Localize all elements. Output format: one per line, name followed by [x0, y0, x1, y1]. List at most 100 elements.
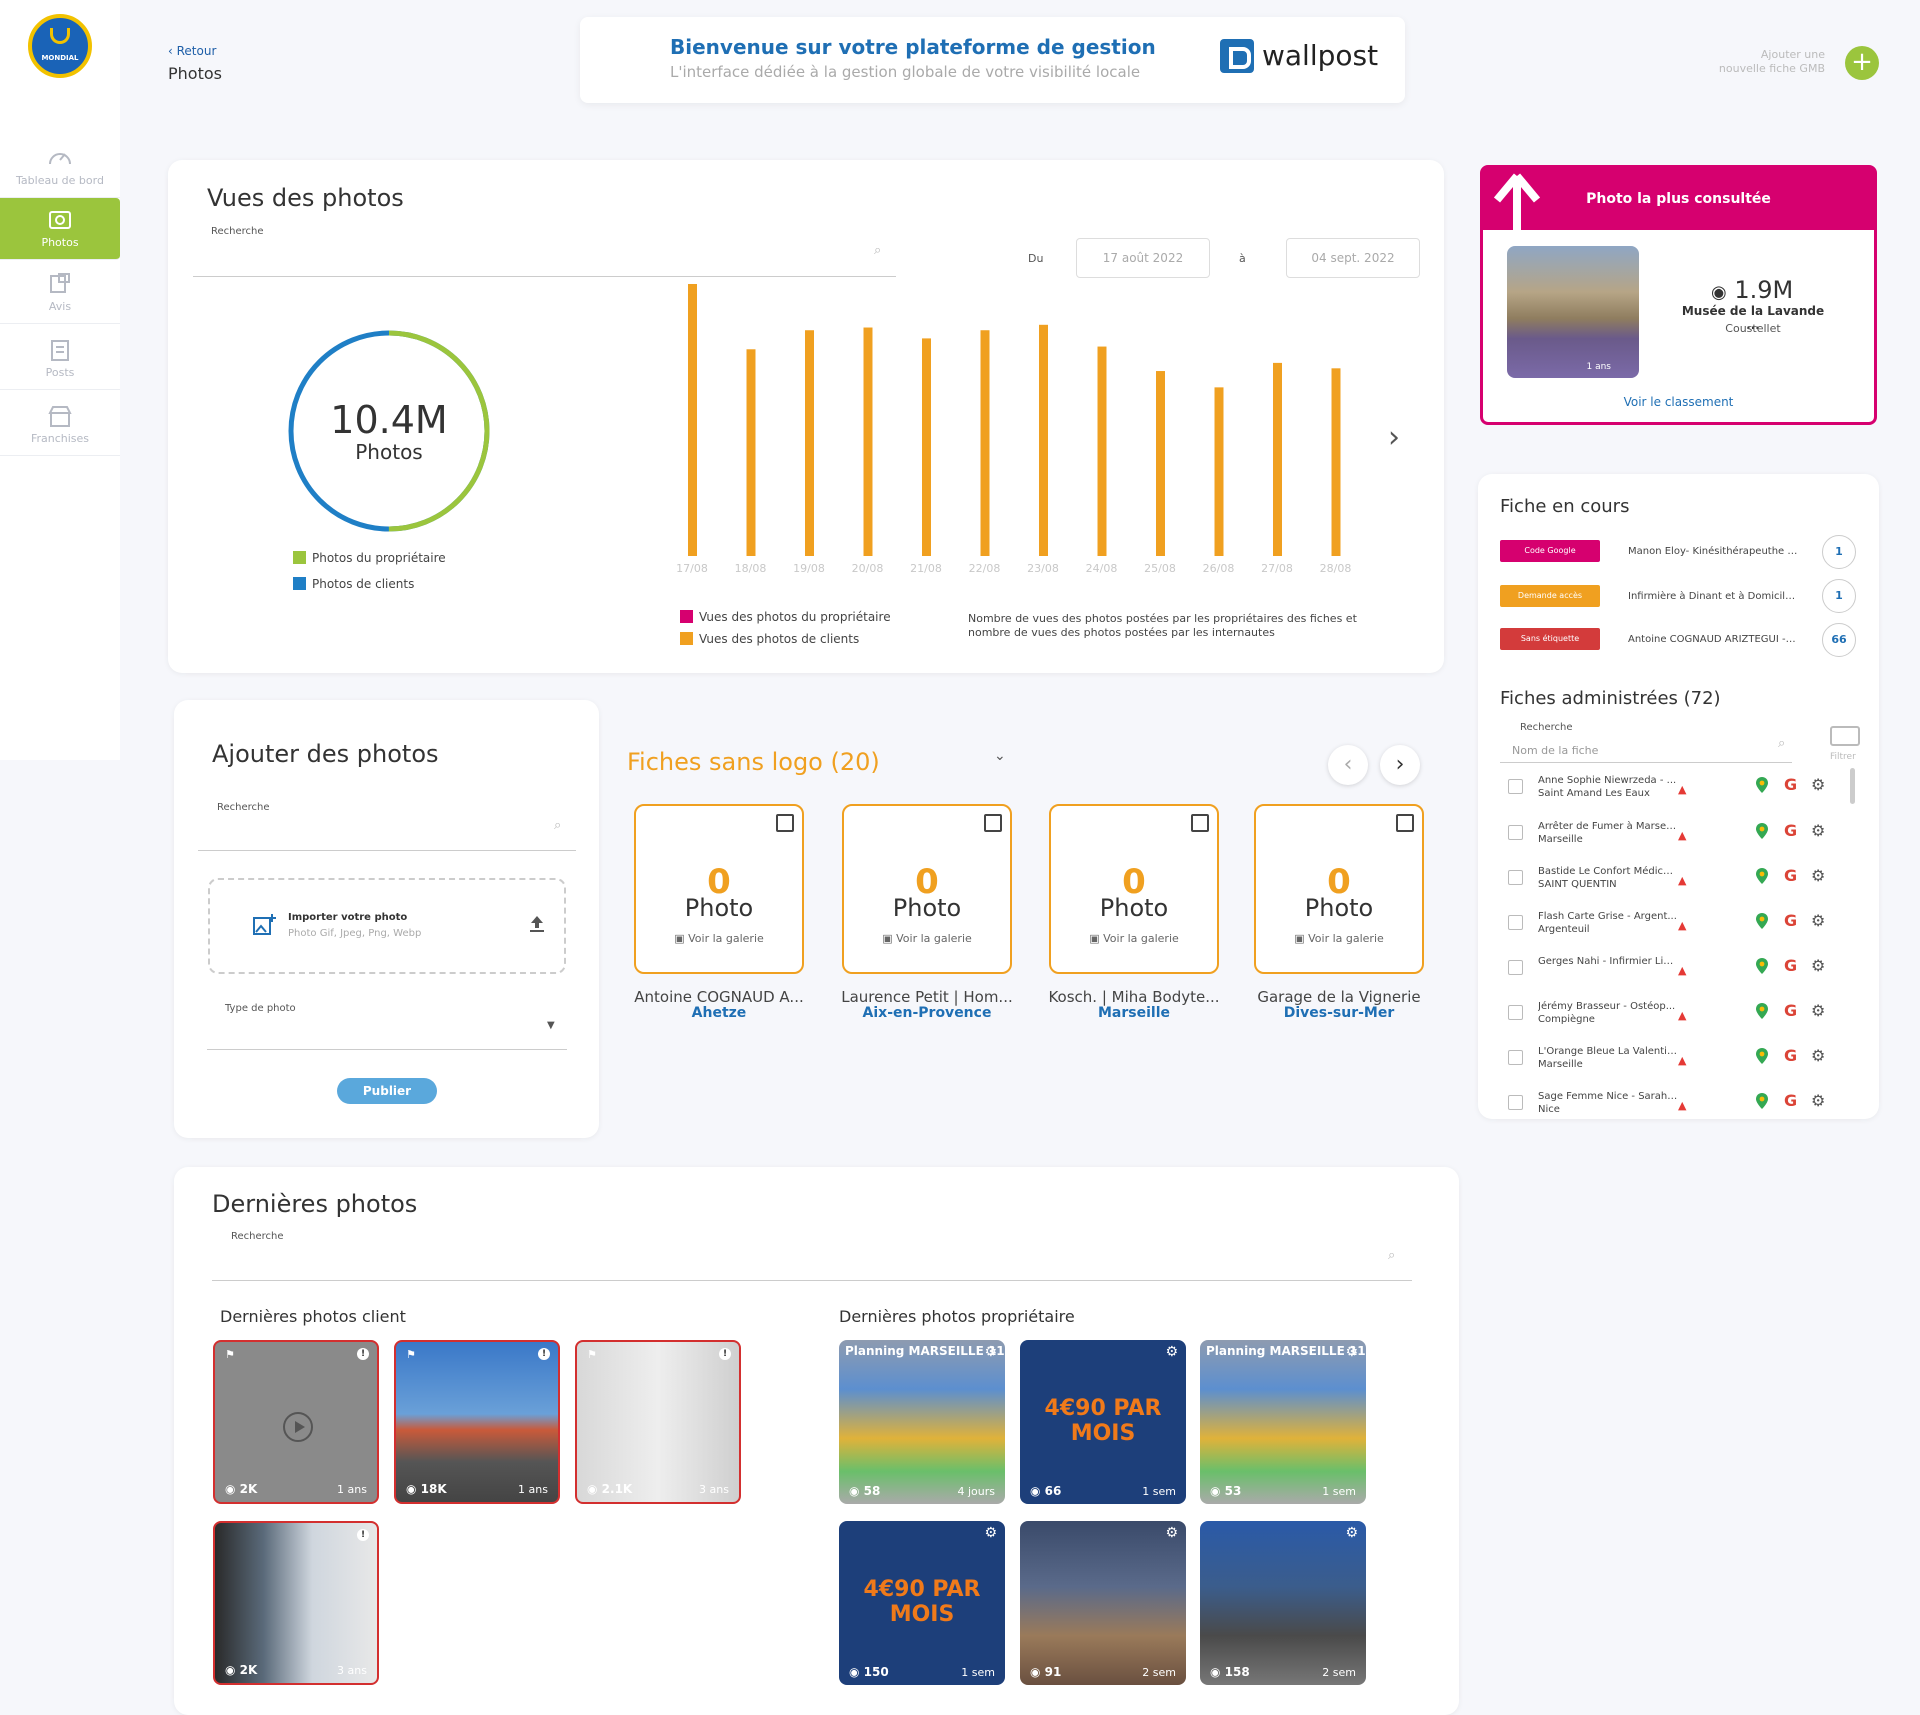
gallery-link[interactable]: ▣ Voir la galerie	[844, 932, 1010, 945]
bar-24-08[interactable]	[1097, 346, 1107, 556]
admin-fiche-row[interactable]: Arrêter de Fumer à Marsei... Marseille ▲ G ⚙	[1508, 819, 1848, 849]
google-icon[interactable]: G	[1784, 866, 1797, 885]
admin-fiche-row[interactable]: Flash Carte Grise - Argent... Argenteuil ▲…	[1508, 909, 1848, 939]
admin-fiche-row[interactable]: Jérémy Brasseur - Ostéop... Compiègne ▲ G ⚙	[1508, 999, 1848, 1029]
top-photo-image[interactable]: 1 ans	[1507, 246, 1639, 378]
bar-20-08[interactable]	[863, 327, 873, 556]
google-icon[interactable]: G	[1784, 1046, 1797, 1065]
import-dropzone[interactable]: Importer votre photo Photo Gif, Jpeg, Pn…	[208, 878, 566, 974]
brand-logo[interactable]: MONDIAL	[28, 14, 92, 78]
fiche-city[interactable]: Dives-sur-Mer	[1251, 1005, 1427, 1021]
info-icon[interactable]: !	[357, 1529, 369, 1541]
admin-fiche-row[interactable]: Anne Sophie Niewrzeda - ... Saint Amand L…	[1508, 773, 1848, 803]
row-checkbox[interactable]	[1508, 1005, 1523, 1020]
row-checkbox[interactable]	[1508, 1095, 1523, 1110]
fiche-count[interactable]: 1	[1822, 535, 1856, 569]
owner-photo[interactable]: ⚙ ◉ 158 2 sem	[1200, 1521, 1366, 1685]
gallery-link[interactable]: ▣ Voir la galerie	[1051, 932, 1217, 945]
maps-pin-icon[interactable]	[1756, 913, 1768, 929]
search-icon[interactable]: ⌕	[554, 818, 568, 833]
add-image-icon[interactable]	[984, 814, 1002, 832]
nav-item-photos[interactable]: Photos	[0, 198, 120, 260]
search-icon[interactable]: ⌕	[874, 243, 888, 258]
back-link[interactable]: ‹ Retour	[168, 44, 216, 58]
latest-search-input[interactable]	[212, 1280, 1412, 1281]
add-image-icon[interactable]	[1396, 814, 1414, 832]
add-image-icon[interactable]	[776, 814, 794, 832]
date-from-input[interactable]: 17 août 2022	[1076, 238, 1210, 278]
search-icon[interactable]: ⌕	[1388, 1248, 1402, 1263]
flag-icon[interactable]: ⚑	[406, 1348, 416, 1361]
info-icon[interactable]: !	[719, 1348, 731, 1360]
carousel-prev-button[interactable]: ‹	[1328, 745, 1368, 785]
gear-icon[interactable]: ⚙	[1811, 821, 1825, 840]
photo-type-select[interactable]	[207, 1049, 567, 1050]
row-checkbox[interactable]	[1508, 779, 1523, 794]
fiche-no-logo-card[interactable]: 0 Photo ▣ Voir la galerie	[634, 804, 804, 974]
bell-icon[interactable]: ▲	[1678, 964, 1686, 977]
row-checkbox[interactable]	[1508, 870, 1523, 885]
info-icon[interactable]: !	[538, 1348, 550, 1360]
gear-icon[interactable]: ⚙	[1165, 1525, 1178, 1541]
gallery-link[interactable]: ▣ Voir la galerie	[1256, 932, 1422, 945]
maps-pin-icon[interactable]	[1756, 777, 1768, 793]
owner-photo[interactable]: ⚙ 4€90 PAR MOIS ◉ 150 1 sem	[839, 1521, 1005, 1685]
bar-23-08[interactable]	[1039, 324, 1048, 556]
chevron-down-icon[interactable]: ▼	[547, 1020, 555, 1031]
admin-fiche-row[interactable]: L'Orange Bleue La Valentine Marseille ▲ G ⚙	[1508, 1044, 1848, 1074]
gear-icon[interactable]: ⚙	[1165, 1344, 1178, 1360]
bar-28-08[interactable]	[1331, 368, 1341, 556]
add-fiche-button[interactable]: +	[1845, 46, 1879, 80]
gallery-link[interactable]: ▣ Voir la galerie	[636, 932, 802, 945]
row-checkbox[interactable]	[1508, 1050, 1523, 1065]
maps-pin-icon[interactable]	[1756, 1093, 1768, 1109]
google-icon[interactable]: G	[1784, 1001, 1797, 1020]
google-icon[interactable]: G	[1784, 821, 1797, 840]
bar-27-08[interactable]	[1273, 362, 1282, 556]
nav-item-franchises[interactable]: Franchises	[0, 394, 120, 456]
fiche-count[interactable]: 66	[1822, 623, 1856, 657]
bar-22-08[interactable]	[980, 330, 990, 556]
bar-25-08[interactable]	[1156, 371, 1165, 556]
play-icon[interactable]	[283, 1412, 313, 1442]
nav-item-posts[interactable]: Posts	[0, 328, 120, 390]
fiche-city[interactable]: Marseille	[1046, 1005, 1222, 1021]
fiche-no-logo-card[interactable]: 0 Photo ▣ Voir la galerie	[1049, 804, 1219, 974]
bell-icon[interactable]: ▲	[1678, 919, 1686, 932]
gear-icon[interactable]: ⚙	[1811, 775, 1825, 794]
info-icon[interactable]: !	[357, 1348, 369, 1360]
owner-photo[interactable]: ⚙ 4€90 PAR MOIS ◉ 66 1 sem	[1020, 1340, 1186, 1504]
client-photo[interactable]: ⚑! ◉ 18K 1 ans	[394, 1340, 560, 1504]
add-fiche-label[interactable]: Ajouter une nouvelle fiche GMB	[1675, 48, 1825, 76]
owner-photo[interactable]: ⚙ Planning MARSEILLE 11 ◉ 53 1 sem	[1200, 1340, 1366, 1504]
fiche-city[interactable]: Ahetze	[631, 1005, 807, 1021]
publish-button[interactable]: Publier	[337, 1078, 437, 1104]
bar-18-08[interactable]	[746, 349, 756, 556]
bell-icon[interactable]: ▲	[1678, 783, 1686, 796]
admin-fiche-row[interactable]: Bastide Le Confort Médicale SAINT QUENTIN…	[1508, 864, 1848, 894]
bell-icon[interactable]: ▲	[1678, 1099, 1686, 1112]
fiche-city[interactable]: Aix-en-Provence	[839, 1005, 1015, 1021]
fiche-no-logo-card[interactable]: 0 Photo ▣ Voir la galerie	[842, 804, 1012, 974]
bell-icon[interactable]: ▲	[1678, 1054, 1686, 1067]
scrollbar[interactable]	[1850, 768, 1855, 804]
google-icon[interactable]: G	[1784, 956, 1797, 975]
client-photo[interactable]: ⚑! ◉ 2.1K 3 ans	[575, 1340, 741, 1504]
client-photo[interactable]: ! ◉ 2K 3 ans	[213, 1521, 379, 1685]
carousel-next-button[interactable]: ›	[1380, 745, 1420, 785]
chart-next-arrow[interactable]: ›	[1388, 420, 1400, 455]
google-icon[interactable]: G	[1784, 1091, 1797, 1110]
maps-pin-icon[interactable]	[1756, 823, 1768, 839]
search-icon[interactable]: ⌕	[1778, 736, 1792, 751]
gear-icon[interactable]: ⚙	[1345, 1525, 1358, 1541]
gear-icon[interactable]: ⚙	[1811, 1001, 1825, 1020]
bar-21-08[interactable]	[922, 338, 931, 556]
row-checkbox[interactable]	[1508, 915, 1523, 930]
admin-search-input[interactable]: Nom de la fiche	[1512, 744, 1598, 757]
gear-icon[interactable]: ⚙	[1811, 1091, 1825, 1110]
row-checkbox[interactable]	[1508, 960, 1523, 975]
date-to-input[interactable]: 04 sept. 2022	[1286, 238, 1420, 278]
add-search-input[interactable]	[198, 850, 576, 851]
add-image-icon[interactable]	[1191, 814, 1209, 832]
ranking-link[interactable]: Voir le classement	[1483, 395, 1874, 409]
